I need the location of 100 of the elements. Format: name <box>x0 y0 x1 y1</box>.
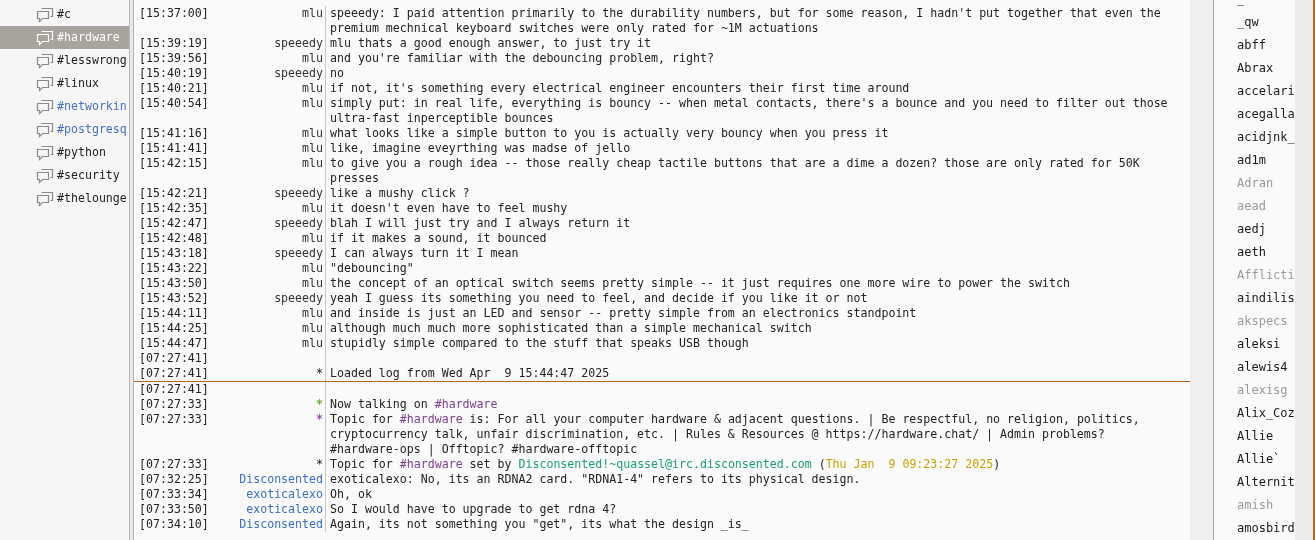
nick-item[interactable]: aedj <box>1237 222 1266 236</box>
timestamp: [07:27:33] <box>138 412 208 427</box>
message-text: no <box>330 66 344 80</box>
nick-item[interactable]: accelari <box>1237 84 1295 98</box>
nick-name: mlu <box>302 201 323 215</box>
timestamp: [15:40:54] <box>138 96 208 111</box>
timestamp: [15:41:41] <box>138 141 208 156</box>
nick-name: mlu <box>302 51 323 65</box>
channel-item[interactable]: #lesswrong <box>0 49 129 72</box>
timestamp: [07:27:41] <box>138 351 208 366</box>
message-text: the concept of an optical switch seems pretty simple -- it just requires one more wire to power the switch <box>330 276 1070 290</box>
nick-item[interactable]: alewis4 <box>1237 360 1288 374</box>
timestamp: [15:42:35] <box>138 201 208 216</box>
channel-item[interactable]: #python <box>0 141 129 164</box>
nick-name: speeedy <box>274 186 323 200</box>
timestamp: [15:42:47] <box>138 216 208 231</box>
message-text: and inside is just an LED and sensor -- pretty simple from an electronics standpoint <box>330 306 917 320</box>
timestamp: [15:43:22] <box>138 261 208 276</box>
message-text: stupidly simple compared to the stuff that speaks USB though <box>330 336 749 350</box>
nick-item[interactable]: Alternit <box>1237 475 1295 489</box>
message-text: Topic for #hardware set by Disconsented!~quassel@irc.disconsented.com (Thu Jan 9 09:23:27 2025) <box>330 457 1001 471</box>
asterisk: * <box>316 366 323 380</box>
nick-item[interactable]: Abrax <box>1237 61 1274 75</box>
message-text: it doesn't even have to feel mushy <box>330 201 568 215</box>
message-text: like a mushy click ? <box>330 186 470 200</box>
nick-item[interactable]: aindilis <box>1237 291 1295 305</box>
chat-bubble-icon <box>36 6 54 23</box>
nick-name: Disconsented <box>239 517 323 531</box>
nick-item[interactable]: ad1m <box>1237 153 1266 167</box>
nick-name: mlu <box>302 306 323 320</box>
message-text: Oh, ok <box>330 487 372 501</box>
timestamp: [15:43:50] <box>138 276 208 291</box>
timestamp: [15:44:11] <box>138 306 208 321</box>
chat-bubble-icon <box>36 144 54 161</box>
nick-item[interactable]: Allie` <box>1237 452 1281 466</box>
timestamp: [15:39:56] <box>138 51 208 66</box>
timestamp: [15:43:18] <box>138 246 208 261</box>
chat-bubble-icon <box>36 75 54 92</box>
channel-item[interactable]: #thelounge <box>0 187 129 210</box>
timestamp: [15:42:48] <box>138 231 208 246</box>
message-text: So I would have to upgrade to get rdna 4? <box>330 502 617 516</box>
chat-bubble-icon <box>36 190 54 207</box>
nick-name: speeedy <box>274 216 323 230</box>
nick-name: mlu <box>302 336 323 350</box>
timestamp: [15:42:21] <box>138 186 208 201</box>
nick-item[interactable]: _qw <box>1237 15 1259 29</box>
timestamp: [07:27:41] <box>138 382 208 397</box>
message-text: Loaded log from Wed Apr 9 15:44:47 2025 <box>330 366 610 380</box>
timestamp: [07:32:25] <box>138 472 208 487</box>
message-text: I can always turn it I mean <box>330 246 519 260</box>
channel-item[interactable]: #linux <box>0 72 129 95</box>
timestamp: [15:41:16] <box>138 126 208 141</box>
timestamp: [15:39:19] <box>138 36 208 51</box>
nick-name: mlu <box>302 81 323 95</box>
timestamp: [07:34:10] <box>138 517 208 532</box>
nick-name: mlu <box>302 321 323 335</box>
asterisk: * <box>316 412 323 426</box>
nick-name: mlu <box>302 141 323 155</box>
timestamp: [07:27:41] <box>138 366 208 381</box>
chat-bubble-icon <box>36 52 54 69</box>
timestamp: [15:37:00] <box>138 6 208 21</box>
message-text: if it makes a sound, it bounced <box>330 231 547 245</box>
chat-bubble-icon <box>36 98 54 115</box>
timestamp: [15:44:25] <box>138 321 208 336</box>
nick-item[interactable]: abff <box>1237 38 1266 52</box>
message-text: Again, its not something you "get", its what the design _is_ <box>330 517 749 531</box>
timestamp: [07:27:33] <box>138 457 208 472</box>
nick-name: mlu <box>302 261 323 275</box>
nick-item[interactable]: acidjnk_ <box>1237 130 1295 144</box>
nick-item[interactable]: aleksi <box>1237 337 1281 351</box>
nick-item[interactable]: Allie <box>1237 429 1274 443</box>
timestamp: [15:44:47] <box>138 336 208 351</box>
nick-name: mlu <box>302 6 323 20</box>
message-text: exoticalexo: No, its an RDNA2 card. "RDNA1-4" refers to its physical design. <box>330 472 861 486</box>
nick-item[interactable]: Alix_Coz <box>1237 406 1295 420</box>
channel-item[interactable]: #postgresq <box>0 118 129 141</box>
asterisk: * <box>316 397 323 411</box>
nick-item[interactable]: amosbird <box>1237 521 1295 535</box>
nick-name: mlu <box>302 231 323 245</box>
nick-item[interactable]: acegalla <box>1237 107 1295 121</box>
message-text: mlu thats a good enough answer, to just try it <box>330 36 652 50</box>
nick-item[interactable]: aeth <box>1237 245 1266 259</box>
nick-name: mlu <box>302 126 323 140</box>
chat-bubble-icon <box>36 29 54 46</box>
message-text: like, imagine eveyrthing was madse of jello <box>330 141 631 155</box>
nick-name: exoticalexo <box>246 502 323 516</box>
message-text: Now talking on #hardware <box>330 397 498 411</box>
timestamp: [07:33:50] <box>138 502 208 517</box>
nick-item[interactable]: _ <box>1237 0 1245 6</box>
channel-item[interactable]: #networkin <box>0 95 129 118</box>
message-text: and you're familiar with the debouncing problem, right? <box>330 51 714 65</box>
nick-name: mlu <box>302 96 323 110</box>
asterisk: * <box>316 457 323 471</box>
channel-item[interactable]: #c <box>0 3 129 26</box>
chat-bubble-icon <box>36 121 54 138</box>
timestamp: [15:40:19] <box>138 66 208 81</box>
nick-name: Disconsented <box>239 472 323 486</box>
channel-item[interactable]: #security <box>0 164 129 187</box>
message-text: if not, it's something every electrical engineer encounters their first time around <box>330 81 910 95</box>
chat-bubble-icon <box>36 167 54 184</box>
